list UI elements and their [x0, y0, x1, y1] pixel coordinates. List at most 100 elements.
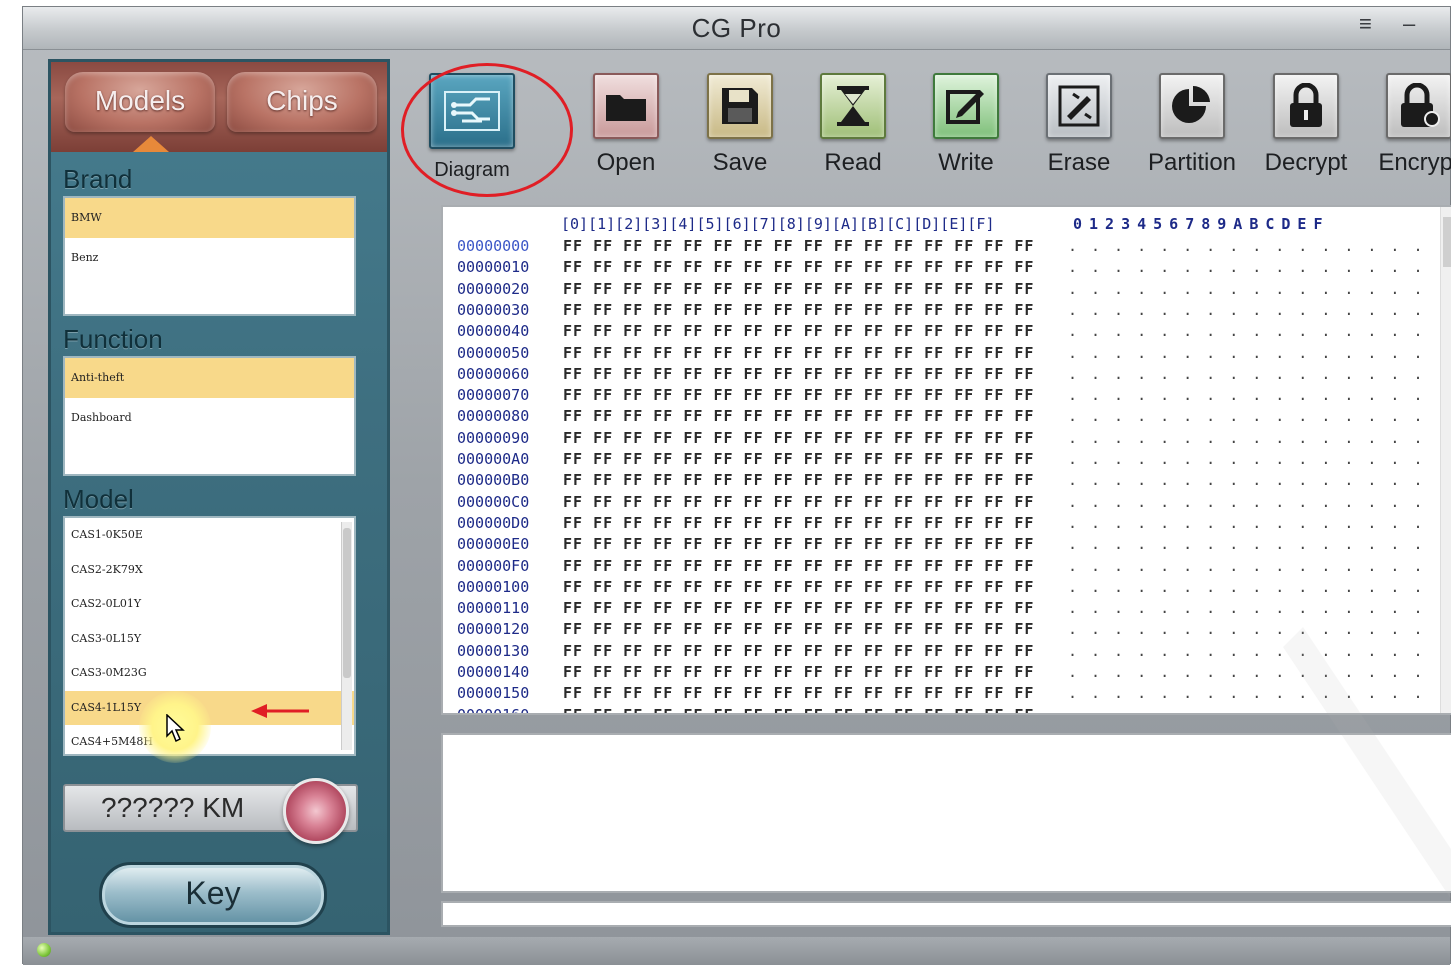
brand-label: Brand: [63, 164, 133, 194]
hex-scrollbar[interactable]: [1440, 207, 1451, 713]
hex-ascii: ................: [1068, 663, 1437, 681]
hex-ascii: ................: [1068, 322, 1437, 341]
hex-bytes: FF FF FF FF FF FF FF FF FF FF FF FF FF F…: [563, 577, 1035, 596]
erase-button[interactable]: Erase: [1024, 73, 1134, 177]
read-button[interactable]: Read: [798, 73, 908, 177]
hex-address: 000000C0: [457, 492, 530, 511]
hex-row: 00000150 FF FF FF FF FF FF FF FF FF FF FF…: [457, 684, 1437, 705]
hex-editor[interactable]: [0][1][2][3][4][5][6][7][8][9][A][B][C][…: [441, 205, 1451, 715]
diagram-button[interactable]: Diagram: [417, 73, 527, 182]
tab-chips[interactable]: Chips: [227, 72, 377, 132]
hex-bytes: FF FF FF FF FF FF FF FF FF FF FF FF FF F…: [563, 492, 1035, 511]
hex-address: 00000010: [457, 258, 530, 277]
hex-ascii: ................: [1068, 556, 1437, 575]
hex-bytes: FF FF FF FF FF FF FF FF FF FF FF FF FF F…: [563, 599, 1035, 618]
hex-address: 00000100: [457, 577, 530, 596]
lock-icon: [1386, 73, 1451, 139]
app-window: CG Pro ≡ – Models Chips Brand BMW Benz F…: [22, 6, 1451, 965]
km-value: ?????? KM: [101, 792, 245, 823]
hex-ascii: ................: [1068, 641, 1437, 660]
minimize-icon[interactable]: –: [1403, 11, 1415, 37]
hex-address: 00000130: [457, 641, 530, 660]
decrypt-button[interactable]: Decrypt: [1251, 73, 1361, 177]
hourglass-icon: [820, 73, 886, 139]
hex-ascii: ................: [1068, 428, 1437, 447]
save-button[interactable]: Save: [685, 73, 795, 177]
hex-bytes: FF FF FF FF FF FF FF FF FF FF FF FF FF F…: [563, 300, 1035, 319]
sidebar: Models Chips Brand BMW Benz Function Ant…: [48, 59, 390, 935]
hex-bytes: FF FF FF FF FF FF FF FF FF FF FF FF FF F…: [563, 237, 1035, 255]
hex-bytes: FF FF FF FF FF FF FF FF FF FF FF FF FF F…: [563, 641, 1035, 660]
status-line: [441, 901, 1451, 927]
hex-bytes: FF FF FF FF FF FF FF FF FF FF FF FF FF F…: [563, 364, 1035, 383]
list-item-model[interactable]: CAS3-0L15Y: [65, 622, 354, 657]
hex-address: 00000150: [457, 684, 530, 703]
hex-row: 00000010 FF FF FF FF FF FF FF FF FF FF FF…: [457, 258, 1437, 279]
hex-row: 000000B0 FF FF FF FF FF FF FF FF FF FF FF…: [457, 471, 1437, 492]
hex-address: 000000B0: [457, 471, 530, 490]
hex-ascii: ................: [1068, 620, 1437, 639]
hex-bytes: FF FF FF FF FF FF FF FF FF FF FF FF FF F…: [563, 386, 1035, 405]
hex-bytes: FF FF FF FF FF FF FF FF FF FF FF FF FF F…: [563, 279, 1035, 298]
scrollbar-thumb[interactable]: [1443, 217, 1451, 267]
open-button[interactable]: Open: [571, 73, 681, 177]
hex-row: 00000120 FF FF FF FF FF FF FF FF FF FF FF…: [457, 620, 1437, 641]
tool-label: Encrypt: [1378, 149, 1451, 176]
hex-address: 000000E0: [457, 535, 530, 554]
list-item-model[interactable]: CAS2-2K79X: [65, 553, 354, 588]
hex-ascii: ................: [1068, 705, 1437, 715]
hex-row: 00000040 FF FF FF FF FF FF FF FF FF FF FF…: [457, 322, 1437, 343]
log-output-panel[interactable]: [441, 733, 1451, 893]
scrollbar-thumb[interactable]: [343, 528, 351, 678]
hex-address: 00000070: [457, 386, 530, 405]
hex-bytes: FF FF FF FF FF FF FF FF FF FF FF FF FF F…: [563, 556, 1035, 575]
tool-label: Read: [824, 149, 882, 176]
hex-row: 00000130 FF FF FF FF FF FF FF FF FF FF FF…: [457, 642, 1437, 663]
hex-row: 000000F0 FF FF FF FF FF FF FF FF FF FF FF…: [457, 557, 1437, 578]
hex-row: 00000160 FF FF FF FF FF FF FF FF FF FF FF…: [457, 705, 1437, 715]
hex-row: 00000020 FF FF FF FF FF FF FF FF FF FF FF…: [457, 280, 1437, 301]
tool-label: Erase: [1047, 149, 1111, 176]
list-item-model[interactable]: CAS2-0L01Y: [65, 587, 354, 622]
hex-ascii: ................: [1068, 471, 1437, 490]
model-label: Model: [63, 484, 134, 514]
hex-address: 00000040: [457, 322, 530, 341]
hex-address: 00000030: [457, 300, 530, 319]
tool-label: Open: [596, 149, 656, 176]
list-item-brand[interactable]: Benz: [65, 238, 354, 278]
list-item-function[interactable]: Anti-theft: [65, 358, 354, 398]
hex-address: 00000120: [457, 620, 530, 639]
hex-address: 00000080: [457, 407, 530, 426]
hex-bytes: FF FF FF FF FF FF FF FF FF FF FF FF FF F…: [563, 684, 1035, 703]
km-knob-button[interactable]: [283, 778, 349, 844]
tool-label: Diagram: [434, 159, 510, 181]
function-list: Anti-theft Dashboard: [63, 356, 356, 476]
hex-address: 00000000: [457, 237, 530, 255]
title-bar: CG Pro ≡ –: [23, 7, 1450, 50]
status-led-icon: [37, 943, 51, 957]
write-button[interactable]: Write: [911, 73, 1021, 177]
hex-address: 00000050: [457, 343, 530, 362]
partition-button[interactable]: Partition: [1137, 73, 1247, 177]
hex-bytes: FF FF FF FF FF FF FF FF FF FF FF FF FF F…: [563, 620, 1035, 639]
encrypt-button[interactable]: Encrypt: [1364, 73, 1451, 177]
hex-address: 000000A0: [457, 450, 530, 468]
window-title: CG Pro: [691, 13, 782, 43]
menu-icon[interactable]: ≡: [1359, 11, 1372, 37]
main-area: Diagram Open Save Read Write Erase Parti…: [397, 59, 1451, 935]
list-item-function[interactable]: Dashboard: [65, 398, 354, 438]
list-item-model[interactable]: CAS1-0K50E: [65, 518, 354, 553]
ascii-column-header: 0123456789ABCDEF: [1073, 215, 1330, 233]
hex-ascii: ................: [1068, 407, 1437, 426]
list-item-model[interactable]: CAS3-0M23G: [65, 656, 354, 691]
key-button[interactable]: Key: [99, 862, 327, 928]
status-bar: [23, 937, 1450, 965]
hex-bytes: FF FF FF FF FF FF FF FF FF FF FF FF FF F…: [563, 343, 1035, 362]
hex-bytes: FF FF FF FF FF FF FF FF FF FF FF FF FF F…: [563, 428, 1035, 447]
mouse-pointer-icon: [166, 714, 185, 743]
model-list-scrollbar[interactable]: [341, 522, 352, 750]
hex-ascii: ................: [1068, 450, 1437, 468]
hex-ascii: ................: [1068, 684, 1437, 703]
tab-models[interactable]: Models: [65, 72, 215, 132]
list-item-brand[interactable]: BMW: [65, 198, 354, 238]
